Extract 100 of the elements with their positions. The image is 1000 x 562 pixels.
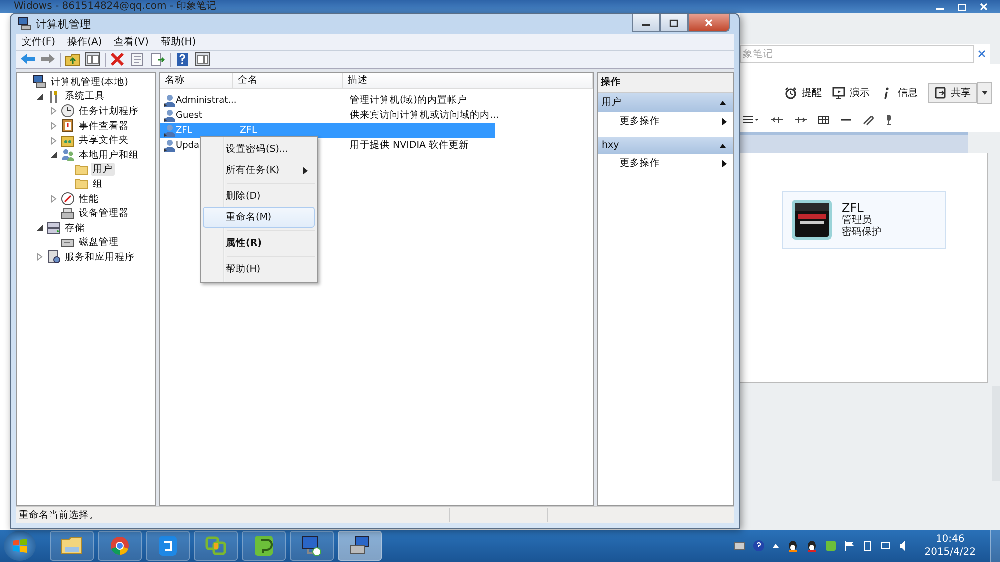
expand-arrow-icon[interactable] [50, 136, 58, 145]
menu-item[interactable]: 重命名(M) [203, 207, 315, 228]
dropdown-button[interactable] [977, 82, 992, 104]
folder-icon [75, 162, 89, 177]
tree-item[interactable]: 设备管理器 [77, 207, 131, 220]
start-button[interactable] [4, 531, 36, 561]
menu-item[interactable]: 查看(V) [114, 35, 149, 49]
table-cell: 管理计算机(域)的内置帐户 [350, 94, 468, 107]
menu-item[interactable]: 属性(R) [203, 233, 315, 254]
pane-icon[interactable] [85, 52, 101, 67]
menu-item[interactable]: 删除(D) [203, 186, 315, 207]
section-header[interactable]: hxy [598, 137, 733, 154]
collapse-arrow-icon[interactable] [50, 151, 58, 160]
menu-item[interactable]: 操作(A) [68, 35, 102, 49]
share-icon [934, 86, 948, 100]
table-cell: Guest [176, 110, 202, 120]
back-icon[interactable] [20, 52, 36, 67]
submenu-arrow-icon [303, 166, 308, 174]
table-cell: Upda [176, 140, 200, 150]
tree-item[interactable]: 事件查看器 [77, 120, 131, 133]
shared-folder-icon [61, 134, 75, 148]
list-icon[interactable] [742, 115, 760, 125]
search-field[interactable]: 象笔记 [740, 45, 974, 63]
computer-icon [33, 75, 47, 90]
tree-item[interactable]: 用户 [91, 163, 115, 176]
column-header[interactable]: 全名 [233, 73, 343, 88]
delete-icon[interactable] [110, 52, 126, 67]
menu-item[interactable]: 所有任务(K) [203, 160, 315, 181]
section-header[interactable]: 用户 [598, 93, 733, 112]
column-header[interactable]: 描述 [343, 73, 593, 88]
penguin-icon[interactable] [786, 540, 799, 552]
menu-item[interactable]: 文件(F) [22, 35, 56, 49]
window-title: Widows - 861514824@qq.com - 印象笔记 [13, 0, 217, 13]
help-icon[interactable] [752, 540, 765, 552]
expand-arrow-icon[interactable] [50, 122, 58, 130]
app-icon [156, 535, 180, 557]
maximize-icon [669, 18, 679, 26]
menu-item[interactable]: 帮助(H) [203, 259, 315, 280]
tree-item[interactable]: 共享文件夹 [77, 134, 131, 148]
action-link[interactable]: 更多操作 [598, 154, 733, 173]
column-header[interactable]: 名称 [160, 73, 233, 88]
user-icon [163, 124, 175, 138]
toolbar-button[interactable]: 信息 [880, 86, 918, 100]
submenu-arrow-icon [722, 160, 727, 168]
pane-icon[interactable] [195, 52, 211, 67]
expand-arrow-icon[interactable] [50, 107, 58, 116]
microphone-icon[interactable] [884, 114, 894, 126]
properties-icon[interactable] [130, 52, 146, 67]
tree-item[interactable]: 性能 [77, 192, 101, 206]
export-icon[interactable] [150, 52, 166, 67]
paperclip-icon[interactable] [862, 114, 874, 126]
user-name: ZFL [842, 201, 865, 215]
collapse-arrow-icon[interactable] [36, 224, 44, 232]
table-icon[interactable] [818, 115, 830, 125]
folder-up-icon[interactable] [65, 52, 81, 67]
tree-item[interactable]: 服务和应用程序 [63, 250, 137, 264]
expand-arrow-icon[interactable] [50, 195, 58, 204]
clock[interactable]: 10:46 2015/4/22 [910, 533, 986, 559]
outdent-icon[interactable] [770, 115, 784, 125]
pane-title: 操作 [598, 73, 733, 93]
tree-item[interactable]: 系统工具 [63, 90, 107, 104]
flag-icon[interactable] [844, 540, 856, 552]
restore-icon[interactable] [956, 2, 968, 10]
tree-item[interactable]: 任务计划程序 [77, 104, 141, 118]
taskbar-button[interactable] [290, 531, 334, 561]
keyboard-icon[interactable] [734, 541, 746, 551]
collapse-arrow-icon[interactable] [36, 92, 44, 101]
taskbar-button[interactable] [338, 531, 382, 561]
minimize-button[interactable] [632, 14, 660, 32]
toolbar-button[interactable]: 演示 [832, 86, 870, 100]
clock-icon [61, 104, 75, 118]
action-link[interactable]: 更多操作 [598, 112, 733, 131]
close-icon [704, 18, 714, 26]
expand-arrow-icon[interactable] [36, 253, 44, 262]
speaker-icon[interactable] [898, 540, 907, 552]
help-icon[interactable] [175, 52, 191, 67]
show-hidden-icon[interactable] [772, 542, 780, 550]
indent-icon[interactable] [794, 115, 808, 125]
services-icon [47, 250, 61, 264]
penguin-icon[interactable] [806, 540, 818, 552]
user-icon [163, 108, 175, 122]
tree-item[interactable]: 磁盘管理 [77, 236, 121, 250]
maximize-button[interactable] [660, 14, 688, 32]
forward-icon[interactable] [40, 52, 56, 67]
close-icon[interactable] [978, 2, 990, 10]
share-button[interactable]: 共享 [928, 83, 977, 103]
folder-icon [75, 177, 89, 192]
menu-item[interactable]: 设置密码(S)... [203, 139, 315, 160]
table-cell: 用于提供 NVIDIA 软件更新 [350, 139, 470, 152]
toolbar-button[interactable]: 提醒 [784, 86, 822, 100]
caret-icon [980, 90, 988, 96]
close-button[interactable] [688, 14, 730, 32]
tree-item[interactable]: 组 [91, 178, 105, 191]
tree-item[interactable]: 存储 [63, 222, 87, 235]
tree-item[interactable]: 计算机管理(本地) [49, 76, 130, 89]
submenu-arrow-icon [722, 118, 727, 126]
clear-icon[interactable] [978, 50, 986, 58]
browser-icon [108, 535, 132, 557]
tree-item[interactable]: 本地用户和组 [77, 148, 141, 162]
menu-item[interactable]: 帮助(H) [160, 35, 196, 49]
